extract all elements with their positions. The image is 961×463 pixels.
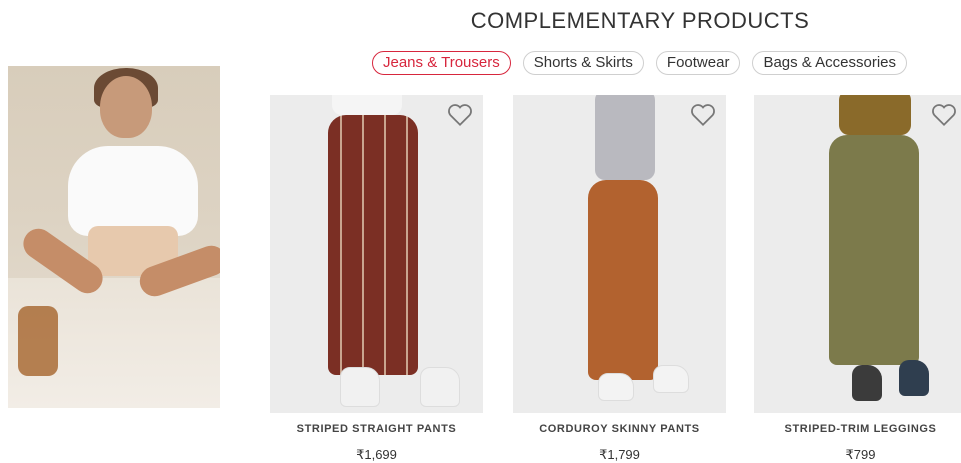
product-top [595, 95, 655, 180]
tab-shorts-skirts[interactable]: Shorts & Skirts [522, 51, 644, 75]
category-tabs: Jeans & Trousers Shorts & Skirts Footwea… [372, 51, 908, 75]
product-image[interactable] [270, 95, 483, 413]
product-price: ₹1,799 [599, 447, 640, 462]
product-card[interactable]: STRIPED STRAIGHT PANTS ₹1,699 [270, 95, 483, 463]
product-image[interactable] [513, 95, 726, 413]
product-top [839, 95, 911, 135]
product-pants [328, 115, 418, 375]
product-shoe-left [340, 367, 380, 407]
product-shoe-right [653, 365, 689, 393]
product-price: ₹1,699 [356, 447, 397, 462]
hero-face [100, 76, 152, 138]
hero-model-image [8, 66, 220, 408]
product-pants [829, 135, 919, 365]
hero-sandal [18, 306, 58, 376]
product-shoe-right [420, 367, 460, 407]
product-name[interactable]: STRIPED STRAIGHT PANTS [270, 423, 483, 435]
product-shoe-left [852, 365, 882, 401]
product-card[interactable]: STRIPED-TRIM LEGGINGS ₹799 [754, 95, 961, 463]
heart-icon[interactable] [931, 103, 957, 127]
hero-shirt [68, 146, 198, 236]
product-pants [588, 180, 658, 380]
product-price: ₹799 [845, 447, 876, 462]
tab-jeans-trousers[interactable]: Jeans & Trousers [372, 51, 511, 75]
section-title: COMPLEMENTARY PRODUCTS [470, 8, 810, 33]
product-shoe-right [899, 360, 929, 396]
heart-icon[interactable] [447, 103, 473, 127]
heart-icon[interactable] [690, 103, 716, 127]
product-card[interactable]: CORDUROY SKINNY PANTS ₹1,799 [513, 95, 726, 463]
product-top [332, 95, 402, 115]
product-shoe-left [598, 373, 634, 401]
tab-bags-accessories[interactable]: Bags & Accessories [752, 51, 908, 75]
product-name[interactable]: CORDUROY SKINNY PANTS [513, 423, 726, 435]
product-image[interactable] [754, 95, 961, 413]
product-name[interactable]: STRIPED-TRIM LEGGINGS [754, 423, 961, 435]
tab-footwear[interactable]: Footwear [655, 51, 741, 75]
